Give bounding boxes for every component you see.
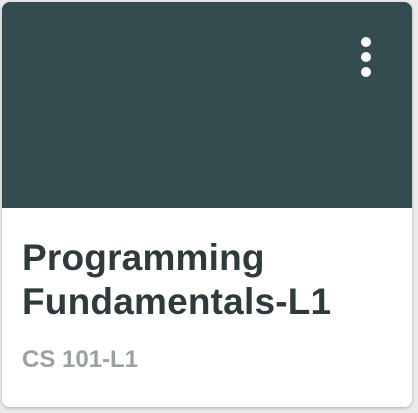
course-title[interactable]: Programming Fundamentals-L1: [22, 236, 402, 324]
course-card-header: [2, 2, 412, 208]
course-code: CS 101-L1: [22, 346, 139, 373]
more-vertical-icon: [361, 37, 371, 77]
course-card-body: Programming Fundamentals-L1 CS 101-L1: [2, 208, 412, 407]
course-card[interactable]: Programming Fundamentals-L1 CS 101-L1: [2, 2, 412, 407]
more-options-button[interactable]: [346, 32, 386, 84]
